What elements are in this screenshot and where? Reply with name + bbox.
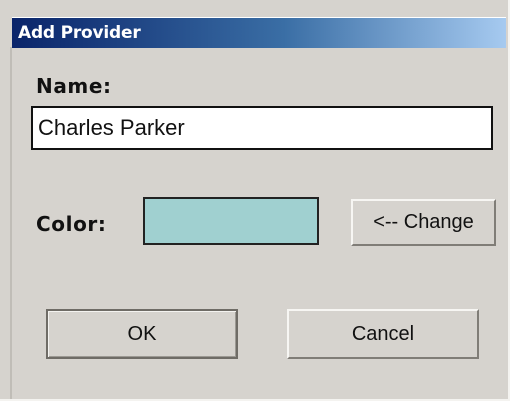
name-input[interactable] [31,106,493,150]
ok-button[interactable]: OK [46,309,238,359]
color-swatch [143,197,319,245]
name-label: Name: [36,74,112,98]
cancel-button[interactable]: Cancel [287,309,479,359]
color-label: Color: [36,212,107,236]
frame-edge [10,47,12,399]
window-title: Add Provider [18,23,141,43]
add-provider-dialog: Add Provider Name: Color: <-- Change OK … [0,0,510,401]
change-color-button[interactable]: <-- Change [351,199,496,246]
title-bar[interactable]: Add Provider [12,17,506,48]
